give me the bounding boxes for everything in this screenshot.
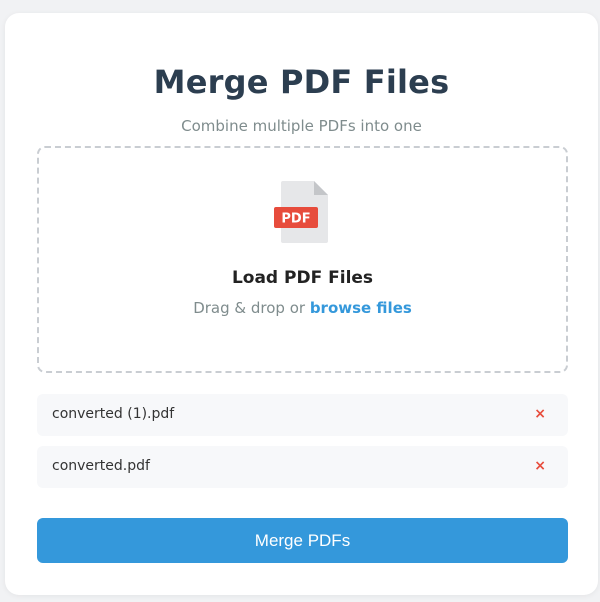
- pdf-badge-label: PDF: [281, 212, 310, 227]
- merge-card: Merge PDF Files Combine multiple PDFs in…: [5, 13, 598, 595]
- file-list-item: converted.pdf ×: [37, 446, 568, 488]
- dropzone-hint-text: Drag & drop or: [193, 299, 310, 317]
- file-list: converted (1).pdf × converted.pdf ×: [37, 394, 568, 498]
- dropzone-hint: Drag & drop or browse files: [39, 299, 566, 317]
- merge-pdfs-button[interactable]: Merge PDFs: [37, 518, 568, 563]
- browse-files-link[interactable]: browse files: [310, 299, 412, 317]
- dropzone-title: Load PDF Files: [231, 268, 374, 288]
- page-subtitle: Combine multiple PDFs into one: [181, 117, 422, 135]
- remove-file-button[interactable]: ×: [534, 456, 546, 476]
- file-dropzone[interactable]: PDF Load PDF Files Drag & drop or browse…: [37, 146, 568, 373]
- file-name: converted.pdf: [52, 458, 150, 474]
- remove-file-button[interactable]: ×: [534, 404, 546, 424]
- pdf-file-icon: PDF: [274, 181, 328, 243]
- file-name: converted (1).pdf: [52, 406, 175, 422]
- page-title: Merge PDF Files: [153, 63, 450, 101]
- file-list-item: converted (1).pdf ×: [37, 394, 568, 436]
